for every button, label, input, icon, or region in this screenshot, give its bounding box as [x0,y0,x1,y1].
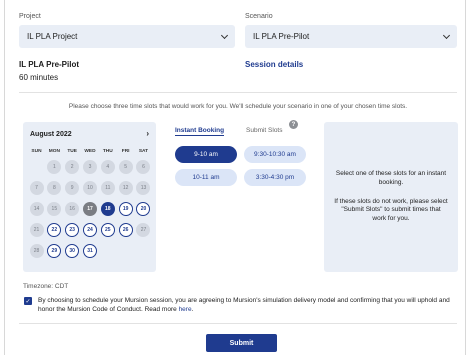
day-of-week-label: MON [48,149,60,154]
slot-button[interactable]: 9-10 am [175,146,237,163]
session-details-link[interactable]: Session details [245,60,303,69]
calendar-day-disabled: 28 [29,244,44,258]
calendar-day-disabled: 15 [47,202,62,216]
scenario-label: Scenario [245,13,273,20]
divider [19,92,457,93]
calendar-day-disabled: 2 [65,160,80,174]
calendar-month: August 2022 [30,131,72,138]
day-of-week-label: SUN [31,149,42,154]
calendar-week-row: 14 15 16 17 18 19 20 [29,202,151,216]
calendar-day-disabled: 8 [47,181,62,195]
calendar-day-disabled: 4 [100,160,115,174]
calendar-day-avail[interactable]: 19 [118,202,133,216]
chevron-down-icon [442,31,451,39]
chevron-down-icon [220,31,229,39]
consent-body: By choosing to schedule your Mursion ses… [38,297,450,314]
calendar-day-today: 17 [82,202,97,216]
calendar: August 2022 › SUN MON TUE WED THU FRI SAT 1234… [23,122,156,272]
consent-text: By choosing to schedule your Mursion ses… [38,296,458,314]
day-of-week-label: SAT [138,149,149,154]
calendar-day-disabled: 9 [65,181,80,195]
calendar-week-row: 28 29 30 31 [29,244,151,258]
day-of-week-label: FRI [121,149,130,154]
code-of-conduct-link[interactable]: here [179,306,192,313]
scenario-select-value: IL PLA Pre-Pilot [253,32,310,41]
day-of-week-label: TUE [67,149,77,154]
calendar-day-avail[interactable]: 26 [118,223,133,237]
scenario-select[interactable]: IL PLA Pre-Pilot [245,25,457,48]
chevron-right-icon[interactable]: › [146,129,149,138]
simulation-title: IL PLA Pre-Pilot [19,60,80,69]
calendar-day-avail[interactable]: 30 [65,244,80,258]
calendar-day-disabled: 5 [118,160,133,174]
info-text: Select one of these slots for an instant… [335,170,447,186]
calendar-day-disabled: 6 [136,160,151,174]
calendar-day-avail[interactable]: 24 [82,223,97,237]
calendar-day-avail[interactable]: 25 [100,223,115,237]
calendar-day-disabled: 11 [100,181,115,195]
calendar-day-disabled: 14 [29,202,44,216]
project-label: Project [19,13,41,20]
calendar-day-disabled: 16 [65,202,80,216]
info-text: If these slots do not work, please selec… [334,197,448,223]
calendar-day-avail[interactable]: 22 [47,223,62,237]
tab-instant-booking[interactable]: Instant Booking [175,127,225,136]
calendar-day-disabled: 3 [82,160,97,174]
calendar-day-disabled: 7 [29,181,44,195]
calendar-day-disabled: 10 [82,181,97,195]
calendar-week-row: 21 22 23 24 25 26 27 [29,223,151,237]
calendar-day-disabled: 1 [47,160,62,174]
slot-button[interactable]: 3:30-4:30 pm [244,169,306,186]
consent-end: . [191,306,194,314]
calendar-day-avail[interactable]: 29 [47,244,62,258]
day-of-week-label: WED [84,149,96,154]
slot-button[interactable]: 9:30-10:30 am [244,146,306,163]
calendar-day-avail[interactable]: 31 [82,244,97,258]
calendar-day-disabled: 12 [118,181,133,195]
tab-submit-slots[interactable]: Submit Slots [246,127,283,134]
divider [19,323,457,324]
check-icon: ✓ [25,298,31,305]
submit-button[interactable]: Submit [206,334,277,352]
calendar-dow-row: SUN MON TUE WED THU FRI SAT [29,149,151,154]
simulation-duration: 60 minutes [19,73,59,82]
calendar-week-row: 7 8 9 10 11 12 13 [29,181,151,195]
instructions-text: Please choose three time slots that woul… [68,103,408,110]
calendar-day-avail[interactable]: 20 [136,202,151,216]
calendar-day-avail[interactable]: 23 [65,223,80,237]
calendar-week-row: 123456 [29,160,151,174]
day-of-week-label: THU [102,149,113,154]
help-icon[interactable]: ? [289,120,298,129]
scheduler-panel: Project IL PLA Project Scenario IL PLA P… [4,0,466,355]
calendar-day-selected[interactable]: 18 [100,202,115,216]
calendar-day-disabled: 21 [29,223,44,237]
slot-button[interactable]: 10-11 am [175,169,237,186]
consent-checkbox[interactable]: ✓ [24,297,32,305]
calendar-day-disabled: 27 [136,223,151,237]
project-select-value: IL PLA Project [27,32,78,41]
project-select[interactable]: IL PLA Project [19,25,235,48]
timezone-label: Timezone: CDT [23,283,69,290]
instant-booking-info: Select one of these slots for an instant… [324,122,458,272]
calendar-day-disabled: 13 [136,181,151,195]
